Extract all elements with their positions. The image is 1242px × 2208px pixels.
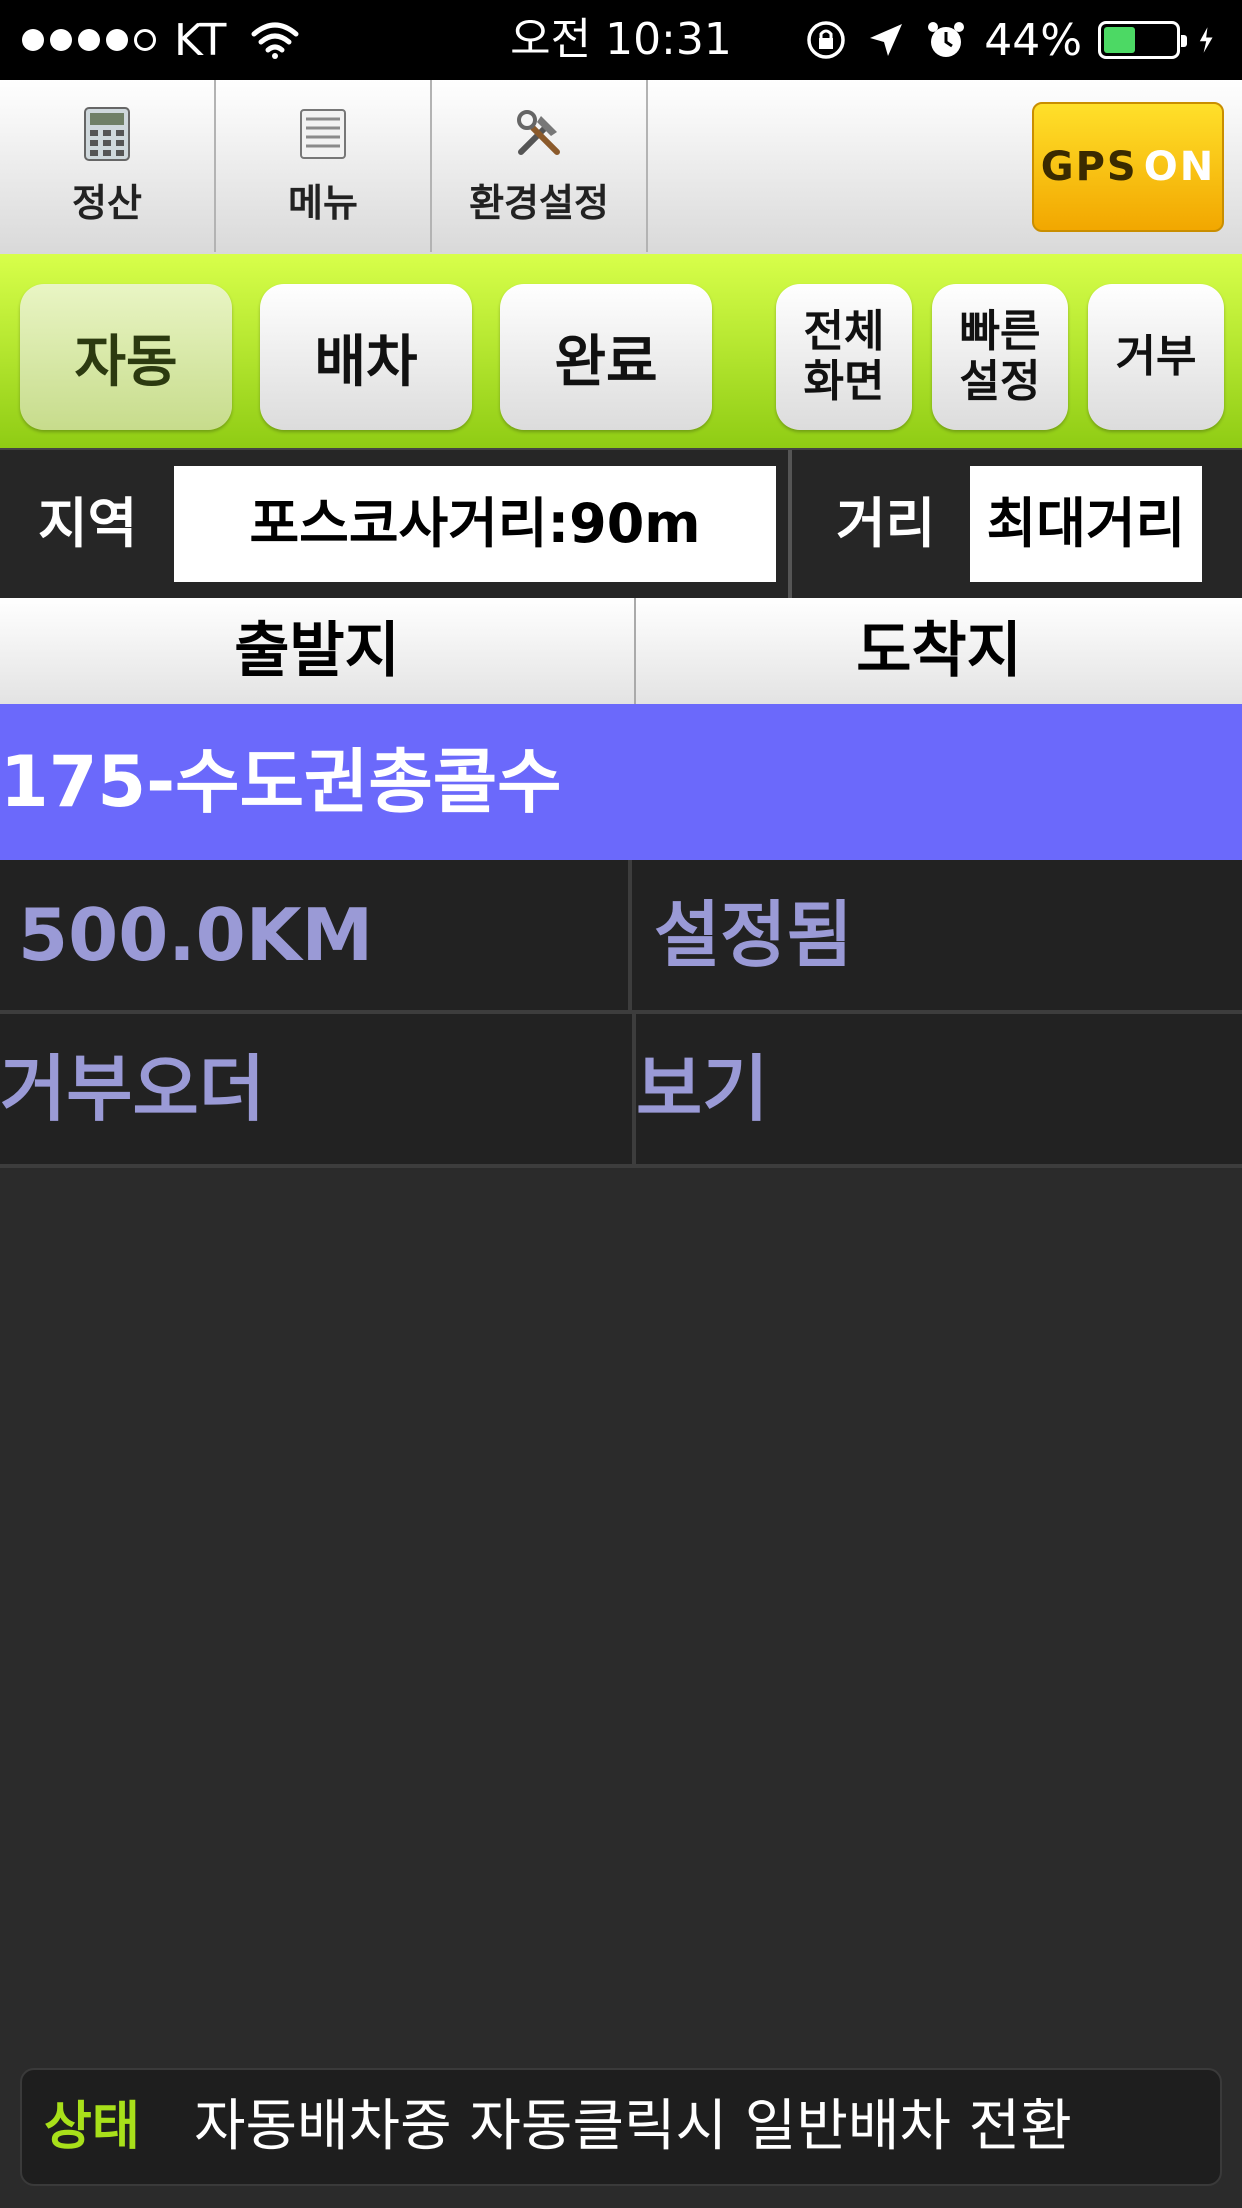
settle-button[interactable]: 정산 bbox=[0, 80, 216, 252]
status-message: 자동배차중 자동클릭시 일반배차 전환 bbox=[194, 2094, 1072, 2159]
charging-bolt-icon bbox=[1199, 27, 1213, 53]
gps-toggle-button[interactable]: GPS ON bbox=[1032, 102, 1224, 232]
quick-settings-button[interactable]: 빠른 설정 bbox=[932, 284, 1068, 430]
status-footer: 상태 자동배차중 자동클릭시 일반배차 전환 bbox=[20, 2068, 1222, 2186]
rejected-orders-cell: 거부오더 bbox=[0, 1014, 636, 1164]
gps-state: ON bbox=[1143, 144, 1216, 190]
location-arrow-icon bbox=[870, 24, 903, 56]
status-bar: KT 오전 10:31 44% bbox=[0, 0, 1242, 80]
status-tag: 상태 bbox=[44, 2097, 140, 2157]
region-label: 지역 bbox=[38, 492, 138, 555]
menu-list-icon bbox=[300, 108, 346, 159]
call-count-row[interactable]: 175-수도권총콜수 bbox=[0, 704, 1242, 860]
reject-button[interactable]: 거부 bbox=[1088, 284, 1224, 430]
area-divider bbox=[788, 450, 792, 598]
settings-button[interactable]: 환경설정 bbox=[432, 80, 648, 252]
auto-mode-button[interactable]: 자동 bbox=[20, 284, 232, 430]
top-toolbar: 정산 메뉴 환경설정 GPS ON bbox=[0, 80, 1242, 256]
column-header-origin: 출발지 bbox=[0, 598, 636, 704]
table-header: 출발지 도착지 bbox=[0, 598, 1242, 706]
fullscreen-label-line1: 전체 bbox=[803, 306, 885, 357]
mode-bar: 자동 배차 완료 전체 화면 빠른 설정 거부 bbox=[0, 254, 1242, 448]
battery-percent: 44% bbox=[984, 14, 1082, 66]
dispatch-button[interactable]: 배차 bbox=[260, 284, 472, 430]
menu-label: 메뉴 bbox=[288, 180, 358, 225]
fullscreen-label-line2: 화면 bbox=[803, 356, 885, 407]
status-right: 44% bbox=[804, 0, 1224, 80]
battery-icon bbox=[1098, 21, 1187, 59]
alarm-icon bbox=[928, 22, 965, 57]
gps-label: GPS bbox=[1040, 144, 1138, 190]
quick-label-line1: 빠른 bbox=[959, 306, 1041, 357]
table-row[interactable]: 거부오더 보기 bbox=[0, 1014, 1242, 1168]
quick-label-line2: 설정 bbox=[959, 356, 1041, 407]
distance-label: 거리 bbox=[836, 492, 936, 555]
view-cell[interactable]: 보기 bbox=[636, 1014, 1242, 1164]
settle-label: 정산 bbox=[72, 180, 142, 225]
calculator-icon bbox=[84, 106, 130, 161]
distance-setting-cell: 500.0KM bbox=[0, 860, 632, 1010]
distance-value-field[interactable]: 최대거리 bbox=[970, 466, 1202, 582]
fullscreen-button[interactable]: 전체 화면 bbox=[776, 284, 912, 430]
column-header-destination: 도착지 bbox=[856, 616, 1022, 686]
tools-icon bbox=[517, 109, 560, 155]
table-row[interactable]: 500.0KM 설정됨 bbox=[0, 860, 1242, 1014]
region-value-field[interactable]: 포스코사거리:90m bbox=[174, 466, 776, 582]
settings-label: 환경설정 bbox=[469, 180, 609, 225]
complete-button[interactable]: 완료 bbox=[500, 284, 712, 430]
rotation-lock-icon bbox=[807, 21, 845, 59]
menu-button[interactable]: 메뉴 bbox=[216, 80, 432, 252]
setting-status-cell: 설정됨 bbox=[654, 893, 853, 977]
area-filter-row: 지역 포스코사거리:90m 거리 최대거리 bbox=[0, 448, 1242, 600]
